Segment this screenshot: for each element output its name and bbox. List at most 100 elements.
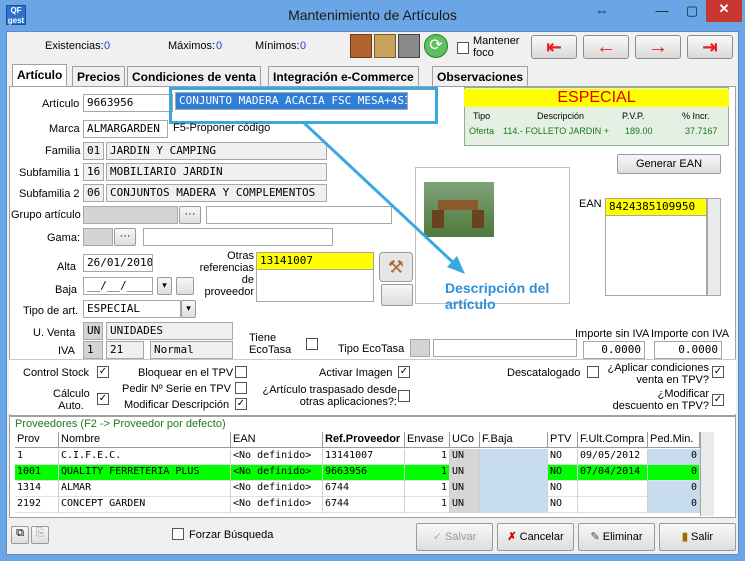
col-ptv[interactable]: PTV bbox=[548, 432, 578, 448]
otras-ref-action-button[interactable] bbox=[381, 284, 413, 306]
cell-ref[interactable]: 9663956 bbox=[323, 465, 405, 481]
cell-fultcompra[interactable]: 07/04/2014 bbox=[578, 465, 648, 481]
tab-ecommerce[interactable]: Integración e-Commerce bbox=[268, 66, 419, 86]
grupo-lookup-button[interactable]: ··· bbox=[179, 206, 201, 224]
cell-fbaja[interactable] bbox=[480, 497, 548, 513]
modificar-dto-checkbox[interactable]: ✓ bbox=[712, 394, 724, 406]
generar-ean-button[interactable]: Generar EAN bbox=[617, 154, 721, 174]
articulo-code-field[interactable]: 9663956 bbox=[83, 94, 173, 112]
tab-condiciones[interactable]: Condiciones de venta bbox=[127, 66, 262, 86]
prev-record-button[interactable]: ← bbox=[583, 35, 629, 59]
descatalogado-checkbox[interactable] bbox=[587, 366, 599, 378]
subfamilia2-code[interactable]: 06 bbox=[83, 184, 104, 202]
restore-icon[interactable]: ⇔ bbox=[586, 2, 618, 22]
proveedores-scrollbar[interactable] bbox=[700, 432, 714, 516]
cell-fultcompra[interactable] bbox=[578, 481, 648, 497]
familia-code[interactable]: 01 bbox=[83, 142, 104, 160]
cell-ref[interactable]: 6744 bbox=[323, 497, 405, 513]
cell-pedmin[interactable]: 0 bbox=[648, 449, 700, 465]
ean-scrollbar[interactable] bbox=[707, 198, 721, 296]
cell-nombre[interactable]: QUALITY FERRETERIA PLUS bbox=[59, 465, 231, 481]
cell-fultcompra[interactable]: 09/05/2012 bbox=[578, 449, 648, 465]
ean-list[interactable] bbox=[605, 216, 707, 296]
eliminar-button[interactable]: ✎ Eliminar bbox=[578, 523, 655, 551]
tool-boxes-icon[interactable] bbox=[350, 34, 372, 58]
ean-field[interactable]: 8424385109950 bbox=[605, 198, 707, 216]
pedir-serie-checkbox[interactable] bbox=[235, 382, 247, 394]
cell-nombre[interactable]: C.I.F.E.C. bbox=[59, 449, 231, 465]
cell-nombre[interactable]: CONCEPT GARDEN bbox=[59, 497, 231, 513]
tipo-ecotasa-desc[interactable] bbox=[433, 339, 577, 357]
cell-ptv[interactable]: NO bbox=[548, 497, 578, 513]
tipo-ecotasa-code[interactable] bbox=[410, 339, 430, 357]
alta-date-field[interactable]: 26/01/2010 bbox=[83, 254, 153, 272]
tipo-art-select[interactable]: ESPECIAL bbox=[83, 300, 181, 318]
cell-uco[interactable]: UN bbox=[450, 465, 480, 481]
baja-date-field[interactable]: __/__/____ bbox=[83, 277, 153, 295]
cell-ean[interactable]: <No definido> bbox=[231, 449, 323, 465]
refresh-icon[interactable]: ⟳ bbox=[424, 34, 448, 58]
cell-envase[interactable]: 1 bbox=[405, 465, 450, 481]
mantener-foco-checkbox[interactable] bbox=[457, 42, 469, 54]
cell-fbaja[interactable] bbox=[480, 481, 548, 497]
control-stock-checkbox[interactable]: ✓ bbox=[97, 366, 109, 378]
ecotasa-checkbox[interactable] bbox=[306, 338, 318, 350]
grupo-field[interactable] bbox=[83, 206, 178, 224]
tool-print-icon[interactable] bbox=[398, 34, 420, 58]
cell-prov[interactable]: 1 bbox=[15, 449, 59, 465]
col-nombre[interactable]: Nombre bbox=[59, 432, 231, 448]
bloquear-tpv-checkbox[interactable] bbox=[235, 366, 247, 378]
baja-clear-button[interactable] bbox=[176, 277, 194, 295]
cell-prov[interactable]: 1001 bbox=[15, 465, 59, 481]
traspasado-checkbox[interactable] bbox=[398, 390, 410, 402]
marca-field[interactable]: ALMARGARDEN bbox=[83, 120, 168, 138]
cell-pedmin[interactable]: 0 bbox=[648, 465, 700, 481]
uventa-code[interactable]: UN bbox=[83, 322, 103, 340]
cell-prov[interactable]: 2192 bbox=[15, 497, 59, 513]
tool-crates-icon[interactable] bbox=[374, 34, 396, 58]
first-record-button[interactable]: ⇤ bbox=[531, 35, 577, 59]
activar-imagen-checkbox[interactable]: ✓ bbox=[398, 366, 410, 378]
cell-pedmin[interactable]: 0 bbox=[648, 497, 700, 513]
col-prov[interactable]: Prov bbox=[15, 432, 59, 448]
col-envase[interactable]: Envase bbox=[405, 432, 450, 448]
descripcion-field[interactable]: CONJUNTO MADERA ACACIA FSC MESA+4SILLA bbox=[175, 92, 408, 110]
subfamilia1-code[interactable]: 16 bbox=[83, 163, 104, 181]
copy-icon[interactable]: ⧉ bbox=[11, 526, 29, 544]
col-pedmin[interactable]: Ped.Min. bbox=[648, 432, 700, 448]
especial-row[interactable]: Oferta 114.- FOLLETO JARDIN + 189.00 37.… bbox=[467, 126, 727, 140]
importe-sin-field[interactable]: 0.0000 bbox=[583, 341, 645, 359]
salir-button[interactable]: ▮ Salir bbox=[659, 523, 736, 551]
col-ean[interactable]: EAN bbox=[231, 432, 323, 448]
gama-lookup-button[interactable]: ··· bbox=[114, 228, 136, 246]
cell-ref[interactable]: 13141007 bbox=[323, 449, 405, 465]
cell-uco[interactable]: UN bbox=[450, 481, 480, 497]
salvar-button[interactable]: ✓ Salvar bbox=[416, 523, 493, 551]
cell-ean[interactable]: <No definido> bbox=[231, 465, 323, 481]
tab-observaciones[interactable]: Observaciones bbox=[432, 66, 529, 86]
col-ref-proveedor[interactable]: Ref.Proveedor bbox=[323, 432, 405, 448]
paste-icon[interactable]: ⎘ bbox=[31, 526, 49, 544]
col-fbaja[interactable]: F.Baja bbox=[480, 432, 548, 448]
cell-envase[interactable]: 1 bbox=[405, 449, 450, 465]
minimize-icon[interactable]: — bbox=[648, 2, 676, 22]
importe-con-field[interactable]: 0.0000 bbox=[654, 341, 722, 359]
cancelar-button[interactable]: ✗ Cancelar bbox=[497, 523, 574, 551]
cell-fbaja[interactable] bbox=[480, 449, 548, 465]
cell-envase[interactable]: 1 bbox=[405, 497, 450, 513]
cell-ptv[interactable]: NO bbox=[548, 449, 578, 465]
maximize-icon[interactable]: ▢ bbox=[678, 2, 706, 22]
cell-envase[interactable]: 1 bbox=[405, 481, 450, 497]
cell-ptv[interactable]: NO bbox=[548, 481, 578, 497]
modificar-desc-checkbox[interactable]: ✓ bbox=[235, 398, 247, 410]
tab-precios[interactable]: Precios bbox=[72, 66, 126, 86]
last-record-button[interactable]: ⇥ bbox=[687, 35, 733, 59]
cell-nombre[interactable]: ALMAR bbox=[59, 481, 231, 497]
cell-pedmin[interactable]: 0 bbox=[648, 481, 700, 497]
tipo-art-dropdown-icon[interactable]: ▾ bbox=[181, 300, 196, 318]
cell-uco[interactable]: UN bbox=[450, 449, 480, 465]
close-icon[interactable]: ✕ bbox=[706, 0, 742, 22]
aplicar-cond-checkbox[interactable]: ✓ bbox=[712, 366, 724, 378]
cell-fultcompra[interactable] bbox=[578, 497, 648, 513]
iva-code[interactable]: 1 bbox=[83, 341, 103, 359]
